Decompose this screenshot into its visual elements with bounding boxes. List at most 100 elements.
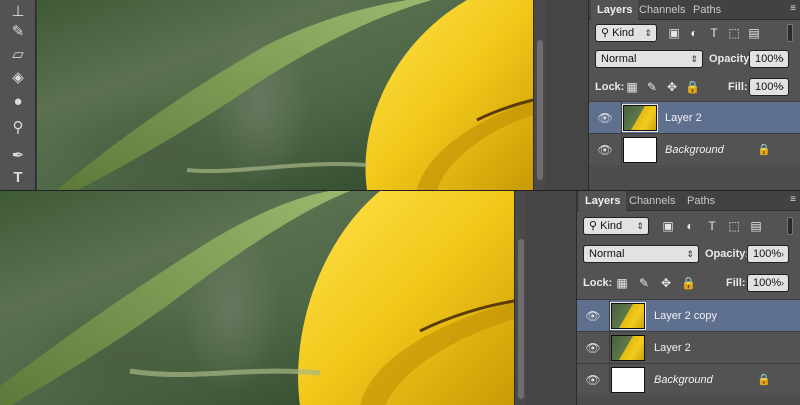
filter-type-icon[interactable]: T xyxy=(707,26,721,40)
panel-tabs: Layers Channels Paths ≡ xyxy=(577,191,800,211)
layer-thumbnail xyxy=(622,104,658,132)
filter-kind-dropdown[interactable]: ⚲ Kind ⇕ xyxy=(583,217,649,235)
fill-label: Fill: xyxy=(728,81,748,93)
paint-bucket-icon[interactable]: ◈ xyxy=(8,68,28,88)
layer-name[interactable]: Background xyxy=(665,143,724,157)
filter-shape-icon[interactable]: ⬚ xyxy=(727,26,741,40)
layer-thumbnail xyxy=(623,137,657,163)
eye-icon[interactable]: 👁 xyxy=(585,374,601,386)
layer-row[interactable]: 👁 Background 🔒 xyxy=(577,363,800,395)
scroll-thumb[interactable] xyxy=(537,40,543,180)
opacity-value: 100% xyxy=(755,53,784,65)
blend-mode-dropdown[interactable]: Normal ⇕ xyxy=(595,50,703,68)
filter-smart-icon[interactable]: ▤ xyxy=(747,26,761,40)
lock-move-icon[interactable]: ✥ xyxy=(665,80,679,94)
chevron-right-icon: › xyxy=(781,278,784,288)
canvas-image[interactable] xyxy=(37,0,533,190)
layer-row[interactable]: 👁 Layer 2 xyxy=(577,331,800,363)
layer-row[interactable]: 👁 Layer 2 xyxy=(589,101,800,133)
filter-shape-icon[interactable]: ⬚ xyxy=(727,219,741,233)
dodge-icon[interactable]: ⚲ xyxy=(8,118,28,138)
filter-adjustment-icon[interactable]: ◐ xyxy=(683,219,697,233)
chevron-updown-icon: ⇕ xyxy=(636,221,644,231)
search-icon: ⚲ xyxy=(601,27,610,39)
fill-value: 100% xyxy=(755,81,784,93)
chevron-right-icon: › xyxy=(781,54,784,64)
layer-name[interactable]: Layer 2 xyxy=(654,341,691,355)
filter-toggle[interactable] xyxy=(787,217,793,235)
chevron-right-icon: › xyxy=(781,82,784,92)
lock-all-icon[interactable]: 🔒 xyxy=(681,276,696,290)
layer-name[interactable]: Layer 2 xyxy=(665,111,702,125)
chevron-right-icon: › xyxy=(781,249,784,259)
filter-type-icon[interactable]: T xyxy=(705,219,719,233)
tab-layers[interactable]: Layers xyxy=(579,191,627,211)
filter-row: ⚲ Kind ⇕ ▣ ◐ T ⬚ ▤ xyxy=(577,215,800,237)
layers-panel-bottom: Layers Channels Paths ≡ ⚲ Kind ⇕ ▣ ◐ T ⬚… xyxy=(576,191,800,405)
type-icon[interactable]: T xyxy=(8,168,28,188)
lock-brush-icon[interactable]: ✎ xyxy=(637,276,651,290)
lock-icon: 🔒 xyxy=(757,144,771,156)
layer-name[interactable]: Background xyxy=(654,373,713,387)
filter-pixel-icon[interactable]: ▣ xyxy=(661,219,675,233)
layer-row[interactable]: 👁 Background 🔒 xyxy=(589,133,800,165)
filter-kind-dropdown[interactable]: ⚲ Kind ⇕ xyxy=(595,24,657,42)
layer-name[interactable]: Layer 2 copy xyxy=(654,309,717,323)
search-icon: ⚲ xyxy=(589,220,598,232)
eye-icon[interactable]: 👁 xyxy=(585,342,601,354)
lock-brush-icon[interactable]: ✎ xyxy=(645,80,659,94)
screenshot-composite: ⊥ ✎ ▱ ◈ ● ⚲ ✒ T Layers Channels Paths ≡ … xyxy=(0,0,800,405)
tab-channels[interactable]: Channels xyxy=(633,0,691,20)
eraser-icon[interactable]: ▱ xyxy=(8,45,28,65)
lock-move-icon[interactable]: ✥ xyxy=(659,276,673,290)
filter-toggle[interactable] xyxy=(787,24,793,42)
panel-menu-icon[interactable]: ≡ xyxy=(790,194,796,205)
tab-paths[interactable]: Paths xyxy=(687,0,727,20)
eye-icon[interactable]: 👁 xyxy=(585,310,601,322)
filter-pixel-icon[interactable]: ▣ xyxy=(667,26,681,40)
stamp-icon[interactable]: ⊥ xyxy=(8,2,28,22)
sunflower-photo xyxy=(57,0,533,190)
opacity-label: Opacity: xyxy=(705,248,750,260)
scroll-thumb[interactable] xyxy=(518,239,524,399)
eye-column-divider xyxy=(609,332,610,363)
eye-column-divider xyxy=(621,102,622,133)
opacity-field[interactable]: 100% › xyxy=(749,50,789,68)
canvas-scrollbar[interactable] xyxy=(514,191,526,405)
lock-row: Lock: ▦ ✎ ✥ 🔒 Fill: 100% › xyxy=(577,272,800,294)
blend-mode-value: Normal xyxy=(589,248,625,260)
lock-transparent-icon[interactable]: ▦ xyxy=(615,276,629,290)
filter-row: ⚲ Kind ⇕ ▣ ◐ T ⬚ ▤ xyxy=(589,22,800,44)
lock-transparent-icon[interactable]: ▦ xyxy=(625,80,639,94)
tab-channels[interactable]: Channels xyxy=(623,191,681,211)
tab-paths[interactable]: Paths xyxy=(681,191,721,211)
pen-icon[interactable]: ✒ xyxy=(8,146,28,166)
filter-adjustment-icon[interactable]: ◐ xyxy=(687,26,701,40)
layer-thumbnail xyxy=(611,335,645,361)
layer-row[interactable]: 👁 Layer 2 copy xyxy=(577,299,800,331)
tab-layers[interactable]: Layers xyxy=(591,0,639,20)
eye-icon[interactable]: 👁 xyxy=(597,112,613,124)
history-brush-icon[interactable]: ✎ xyxy=(8,22,28,42)
eye-icon[interactable]: 👁 xyxy=(597,144,613,156)
lock-all-icon[interactable]: 🔒 xyxy=(685,80,700,94)
panel-menu-icon[interactable]: ≡ xyxy=(790,3,796,14)
layers-empty-area xyxy=(577,395,800,405)
opacity-field[interactable]: 100% › xyxy=(747,245,789,263)
blur-icon[interactable]: ● xyxy=(8,92,28,112)
filter-smart-icon[interactable]: ▤ xyxy=(749,219,763,233)
chevron-updown-icon: ⇕ xyxy=(686,249,694,259)
opacity-value: 100% xyxy=(753,248,782,260)
fill-field[interactable]: 100% › xyxy=(749,78,789,96)
blend-row: Normal ⇕ Opacity: 100% › xyxy=(577,243,800,265)
blend-mode-dropdown[interactable]: Normal ⇕ xyxy=(583,245,699,263)
canvas-image[interactable] xyxy=(0,191,514,405)
canvas-scrollbar[interactable] xyxy=(533,0,545,190)
fill-value: 100% xyxy=(753,277,782,289)
chevron-updown-icon: ⇕ xyxy=(644,28,652,38)
fill-field[interactable]: 100% › xyxy=(747,274,789,292)
panel-gutter xyxy=(545,0,588,190)
top-window: ⊥ ✎ ▱ ◈ ● ⚲ ✒ T Layers Channels Paths ≡ … xyxy=(0,0,800,190)
eye-column-divider xyxy=(609,364,610,395)
eye-column-divider xyxy=(621,134,622,165)
